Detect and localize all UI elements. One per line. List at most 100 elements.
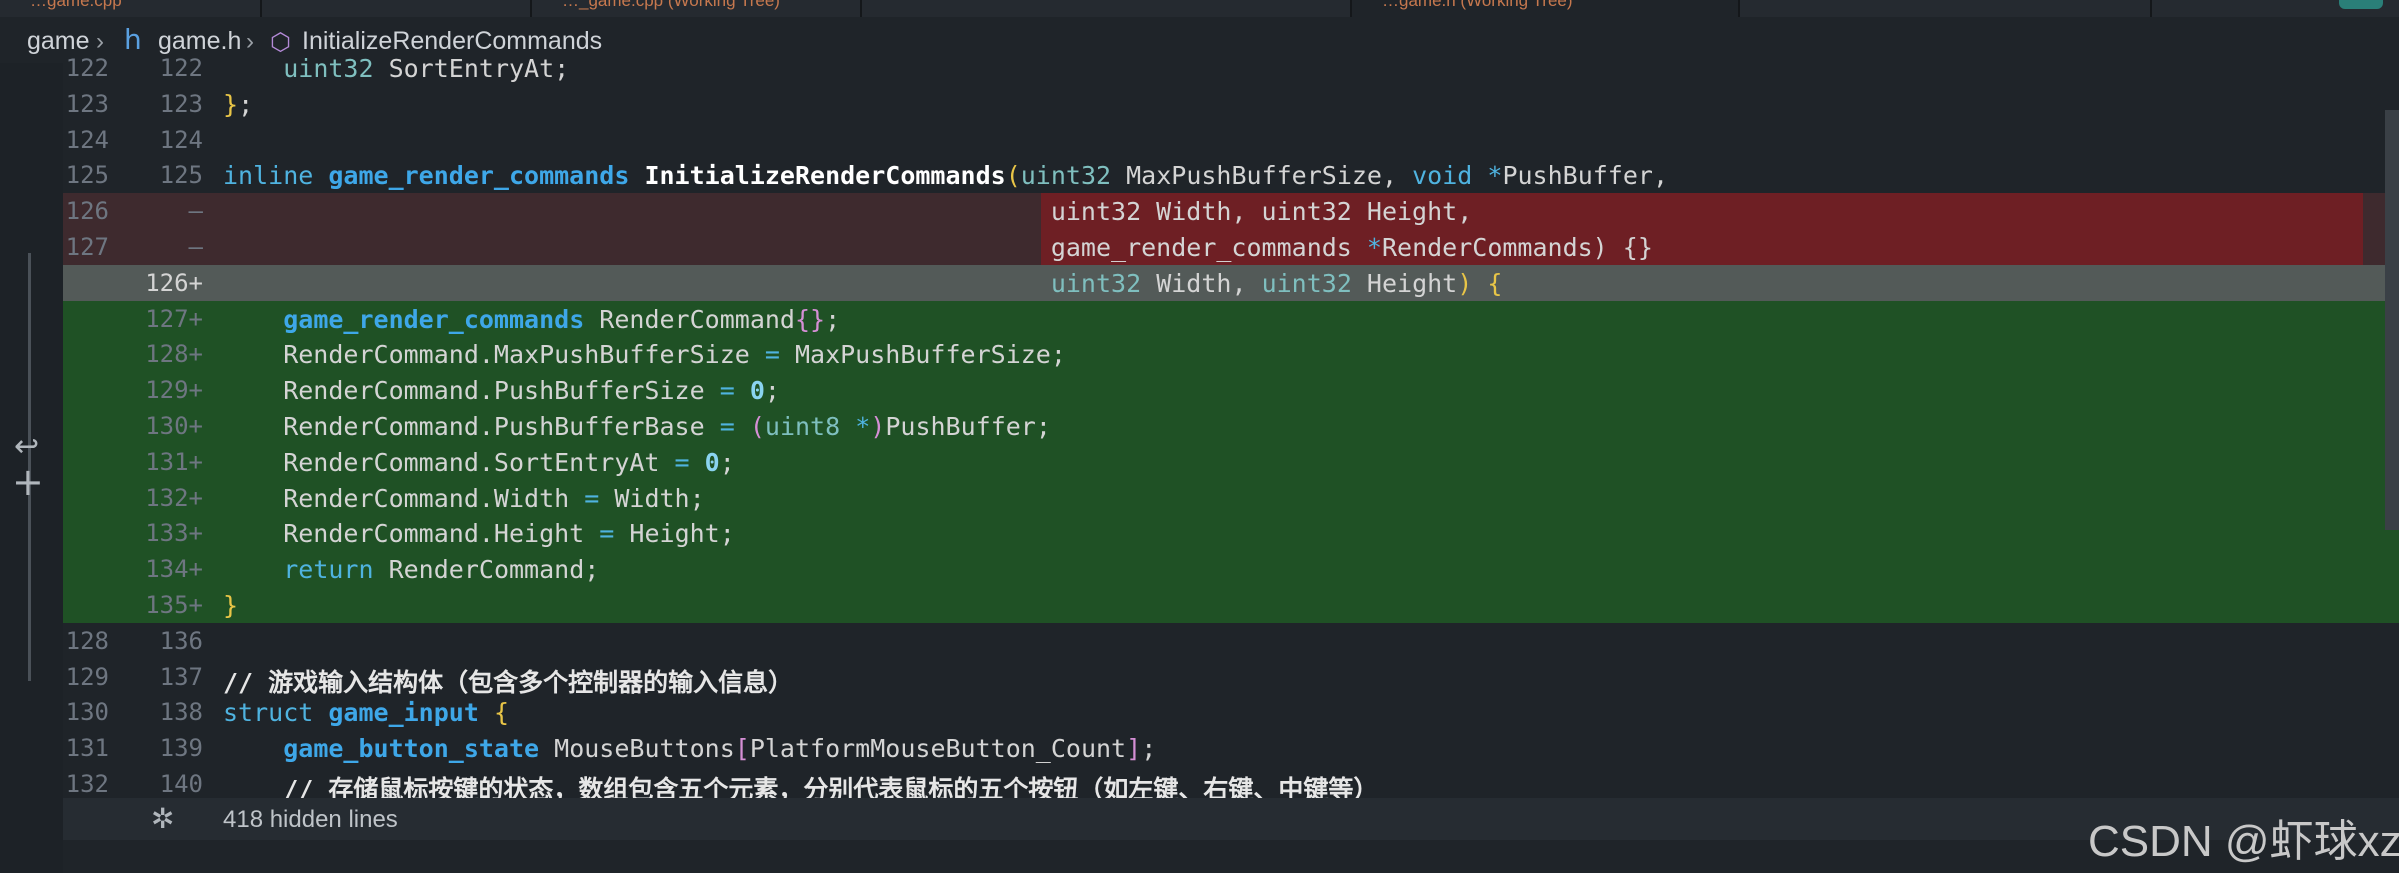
code-token: ; [1141,734,1157,764]
code-text: game_button_state MouseButtons[PlatformM… [223,734,1156,763]
new-line-number: 138 [159,698,203,727]
deleted-line[interactable]: 126 — uint32 Width, uint32 Height, [63,193,2399,230]
code-token: = [764,340,780,370]
revert-icon[interactable]: ↩ [14,429,39,464]
inserted-line[interactable]: 130+ RenderCommand.PushBufferBase = (uin… [63,408,2399,444]
code-token: ; [764,376,780,406]
code-line[interactable]: 122 122 uint32 SortEntryAt; [63,50,2399,86]
code-line[interactable]: 128 136 [63,623,2399,659]
code-line[interactable]: 124 124 [63,122,2399,158]
code-token: RenderCommand.Width [223,483,585,513]
code-token: ; [719,447,735,477]
code-token: uint32 Width, uint32 Height, [223,197,1473,227]
inserted-line[interactable]: 134+ return RenderCommand; [63,551,2399,588]
new-line-number: 139 [159,734,203,763]
tab-label: …game.h (Working Tree) [1382,0,1573,10]
code-line[interactable]: 129 137 // 游戏输入结构体（包含多个控制器的输入信息） [63,659,2399,697]
code-text: game_render_commands RenderCommand{}; [223,305,840,334]
code-token: ( [749,412,765,441]
code-text: game_render_commands *RenderCommands) {} [223,233,1653,262]
code-token: PushBuffer, [1502,161,1669,191]
tab-other[interactable] [1740,0,2152,17]
tab-action-button[interactable] [2339,0,2383,9]
hidden-lines-label: 418 hidden lines [223,806,398,833]
tab-game-h-working-tree[interactable]: …game.h (Working Tree) [1352,0,1740,17]
code-token: RenderCommand.SortEntryAt [223,447,675,477]
old-line-number: 127 [65,233,109,261]
tab-working-tree-1[interactable]: …_game.cpp (Working Tree) [532,0,862,17]
stage-plus-icon[interactable]: + [12,463,44,501]
code-token: PushBuffer; [885,412,1051,441]
code-token: ( [1005,161,1021,191]
code-token: RenderCommand [584,304,795,334]
code-token: ] [1126,734,1142,764]
code-text: uint32 Width, uint32 Height, [223,197,1472,226]
watermark: CSDN @虾球xz [2088,817,2399,866]
inserted-line[interactable]: 133+ RenderCommand.Height = Height; [63,515,2399,552]
unfold-icon[interactable]: ✲ [151,802,174,835]
code-line[interactable]: 130 138 struct game_input { [63,694,2399,730]
old-line-number: 122 [65,54,109,82]
inserted-line[interactable]: 132+ RenderCommand.Width = Width; [63,479,2399,516]
code-token: } [223,591,239,620]
code-line[interactable]: 131 139 game_button_state MouseButtons[Pl… [63,730,2399,766]
code-token: uint32 [1261,268,1352,298]
tab-game-cpp[interactable]: …game.cpp [0,0,262,17]
code-token: MaxPushBufferSize, [1111,161,1413,191]
scrollbar[interactable] [2385,110,2399,530]
code-text: RenderCommand.PushBufferBase = (uint8 *)… [223,412,1051,441]
code-token: RenderCommand; [373,555,600,585]
code-text: uint32 SortEntryAt; [223,54,569,83]
new-line-number: 135+ [145,591,203,619]
inserted-line[interactable]: 129+ RenderCommand.PushBufferSize = 0; [63,372,2399,409]
inserted-line[interactable]: 127+ game_render_commands RenderCommand{… [63,300,2399,337]
code-text: return RenderCommand; [223,555,599,584]
new-line-number: 128+ [145,340,203,369]
code-token: 0 [704,447,720,477]
code-token: RenderCommand.MaxPushBufferSize [223,340,765,370]
inserted-line[interactable]: 135+} [63,587,2399,623]
code-token: struct [223,698,314,728]
code-token: MaxPushBufferSize; [779,340,1066,370]
tab-label: …game.cpp [30,0,122,10]
code-token: game_button_state [283,734,540,764]
new-line-number: 132+ [145,483,203,512]
code-token: void [1412,161,1473,191]
code-text: RenderCommand.Height = Height; [223,519,735,548]
new-line-number: 137 [159,662,203,691]
code-token: game_render_commands [283,304,585,334]
deleted-line[interactable]: 127 — game_render_commands *RenderCommand… [63,229,2399,265]
old-line-number: 126 [65,197,109,226]
tab-working-tree-2[interactable] [862,0,1352,17]
old-line-number: 130 [65,698,109,727]
old-line-number: 132 [65,770,109,798]
code-line[interactable]: 125 125 inline game_render_commands Initia… [63,157,2399,193]
code-token: return [283,555,374,585]
code-token: game_input [328,698,479,728]
inserted-line[interactable]: 131+ RenderCommand.SortEntryAt = 0; [63,443,2399,480]
code-token: MouseButtons [539,734,735,764]
old-line-number: 125 [65,161,109,190]
new-line-number: — [188,233,203,261]
inserted-line[interactable]: 128+ RenderCommand.MaxPushBufferSize = M… [63,336,2399,373]
code-text: RenderCommand.MaxPushBufferSize = MaxPus… [223,340,1066,369]
tab-last[interactable] [2152,0,2399,17]
code-line[interactable]: 123 123}; [63,86,2399,122]
old-line-number: 131 [65,734,109,763]
code-token: * [855,412,871,441]
code-token: Width; [599,483,705,513]
code-token: uint8 [764,412,841,441]
hidden-lines-bar[interactable]: ✲ 418 hidden lines [63,798,2399,840]
code-token: ) { [1457,268,1503,298]
new-line-number: — [188,197,203,226]
new-line-number: 127+ [145,304,203,333]
code-line[interactable]: 132 140 // 存储鼠标按键的状态，数组包含五个元素，分别代表鼠标的五个按钮… [63,766,2399,804]
tab-2[interactable] [262,0,532,17]
inserted-line[interactable]: 126+ uint32 Width, uint32 Height) { [63,264,2399,301]
tab-strip: …game.cpp …_game.cpp (Working Tree) …gam… [0,0,2399,17]
new-line-number: 140 [159,770,203,798]
code-token: } [223,89,239,119]
